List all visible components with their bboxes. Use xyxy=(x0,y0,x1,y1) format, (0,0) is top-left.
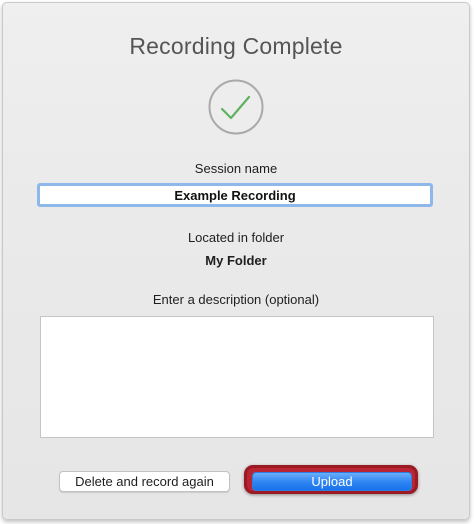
description-label: Enter a description (optional) xyxy=(152,292,320,307)
session-name-input[interactable] xyxy=(37,183,433,207)
checkmark-circle-icon xyxy=(208,79,264,135)
folder-label: Located in folder xyxy=(187,230,285,245)
upload-button[interactable]: Upload xyxy=(252,472,412,491)
recording-complete-dialog: Recording Complete Session name Located … xyxy=(2,2,470,520)
session-name-label: Session name xyxy=(194,161,278,176)
dialog-title: Recording Complete xyxy=(129,33,343,59)
folder-name: My Folder xyxy=(205,253,267,268)
description-textarea[interactable] xyxy=(40,316,434,438)
delete-and-record-again-button[interactable]: Delete and record again xyxy=(59,471,230,492)
